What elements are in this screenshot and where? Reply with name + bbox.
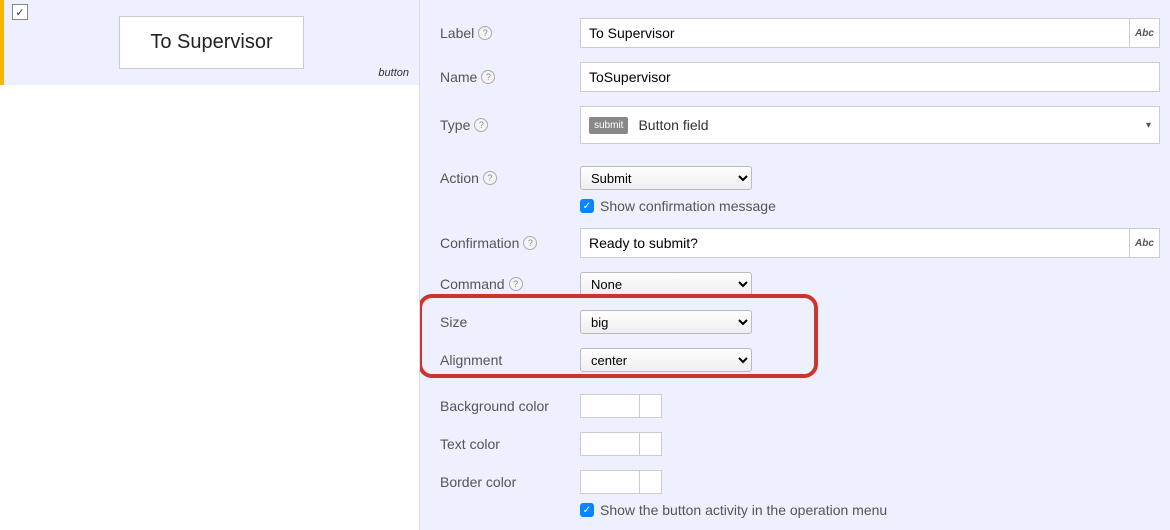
textcolor-input[interactable] (580, 432, 662, 456)
show-activity-checkbox[interactable]: ✓ (580, 503, 594, 517)
label-size: Size (440, 314, 580, 330)
label-input[interactable] (580, 18, 1130, 48)
help-icon[interactable]: ? (523, 236, 537, 250)
preview-strip: ✓ To Supervisor button (0, 0, 419, 85)
help-icon[interactable]: ? (474, 118, 488, 132)
type-select-text: Button field (638, 117, 708, 133)
help-icon[interactable]: ? (483, 171, 497, 185)
label-textcolor: Text color (440, 436, 580, 452)
label-bgcolor: Background color (440, 398, 580, 414)
preview-select-checkbox[interactable]: ✓ (12, 4, 28, 20)
type-select[interactable]: submit Button field ▾ (580, 106, 1160, 144)
show-confirm-checkbox[interactable]: ✓ (580, 199, 594, 213)
color-swatch[interactable] (639, 395, 661, 417)
show-confirm-label: Show confirmation message (600, 198, 776, 214)
preview-pane: ✓ To Supervisor button (0, 0, 420, 530)
submit-badge-icon: submit (589, 117, 628, 134)
label-command: Command ? (440, 276, 580, 292)
color-swatch[interactable] (639, 433, 661, 455)
action-select[interactable]: Submit (580, 166, 752, 190)
help-icon[interactable]: ? (478, 26, 492, 40)
bgcolor-input[interactable] (580, 394, 662, 418)
preview-type-tag: button (378, 67, 409, 79)
label-type: Type ? (440, 117, 580, 133)
command-select[interactable]: None (580, 272, 752, 296)
name-input[interactable] (580, 62, 1160, 92)
help-icon[interactable]: ? (509, 277, 523, 291)
color-swatch[interactable] (639, 471, 661, 493)
size-select[interactable]: big (580, 310, 752, 334)
chevron-down-icon: ▾ (1146, 120, 1151, 131)
label-action: Action ? (440, 170, 580, 186)
label-confirmation: Confirmation ? (440, 235, 580, 251)
label-alignment: Alignment (440, 352, 580, 368)
label-label: Label ? (440, 25, 580, 41)
form-pane: Label ? Abc Name ? Type ? (420, 0, 1170, 530)
abc-icon[interactable]: Abc (1130, 18, 1160, 48)
preview-button[interactable]: To Supervisor (119, 16, 303, 69)
alignment-select[interactable]: center (580, 348, 752, 372)
help-icon[interactable]: ? (481, 70, 495, 84)
label-name: Name ? (440, 69, 580, 85)
show-activity-label: Show the button activity in the operatio… (600, 502, 887, 518)
bordercolor-input[interactable] (580, 470, 662, 494)
confirmation-input[interactable] (580, 228, 1130, 258)
label-bordercolor: Border color (440, 474, 580, 490)
abc-icon[interactable]: Abc (1130, 228, 1160, 258)
